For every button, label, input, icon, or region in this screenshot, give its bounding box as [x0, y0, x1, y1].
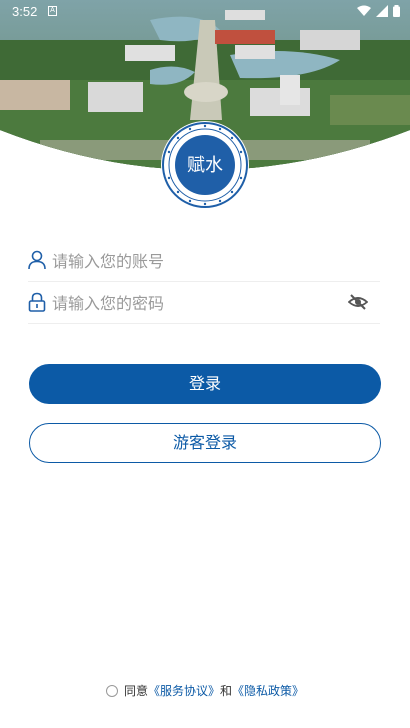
password-field — [28, 282, 380, 324]
lock-icon — [28, 292, 46, 312]
school-logo: 赋水 — [160, 120, 250, 210]
agreement-row: 同意《服务协议》和《隐私政策》 — [0, 682, 410, 699]
password-input[interactable] — [52, 288, 352, 318]
account-field — [28, 240, 380, 282]
account-input[interactable] — [52, 246, 352, 276]
status-time: 3:52 — [12, 4, 38, 19]
guest-login-button[interactable]: 游客登录 — [29, 423, 381, 463]
agreement-prefix: 同意 — [123, 684, 148, 698]
wifi-icon — [357, 5, 371, 16]
eye-hidden-icon[interactable] — [348, 293, 368, 311]
status-icons — [357, 5, 400, 17]
user-icon — [28, 250, 46, 270]
agree-radio[interactable] — [105, 685, 118, 697]
notification-icon: A — [48, 6, 57, 16]
battery-icon — [393, 5, 400, 17]
login-button[interactable]: 登录 — [29, 364, 381, 404]
logo-seal-text: 赋水 — [187, 155, 223, 176]
agreement-conjunction: 和 — [220, 684, 233, 698]
privacy-policy-link[interactable]: 《隐私政策》 — [232, 684, 304, 698]
signal-icon — [376, 5, 388, 17]
status-bar: 3:52 A — [0, 0, 410, 24]
service-agreement-link[interactable]: 《服务协议》 — [148, 684, 220, 698]
